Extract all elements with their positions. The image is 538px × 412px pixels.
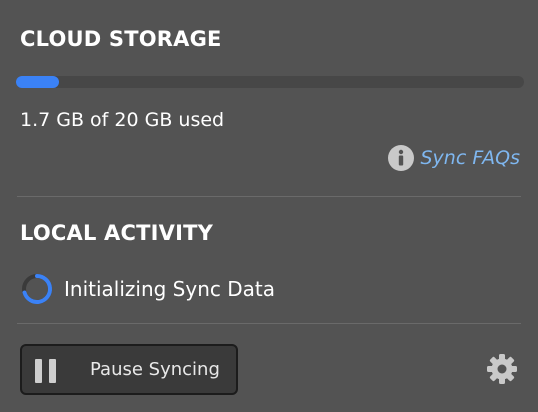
footer-divider (17, 323, 521, 324)
sync-faqs-link[interactable]: Sync FAQs (387, 145, 521, 171)
activity-status-text: Initializing Sync Data (64, 277, 275, 301)
gear-icon[interactable] (486, 353, 518, 385)
pause-syncing-label: Pause Syncing (90, 359, 220, 380)
local-activity-title: LOCAL ACTIVITY (20, 221, 214, 245)
pause-icon (35, 359, 56, 383)
info-icon (387, 145, 414, 171)
cloud-storage-title: CLOUD STORAGE (20, 27, 222, 51)
sync-panel: CLOUD STORAGE 1.7 GB of 20 GB used Sync … (0, 0, 538, 412)
storage-progress-bar (16, 76, 524, 88)
activity-status-row: Initializing Sync Data (20, 272, 275, 306)
section-divider (17, 196, 521, 197)
storage-usage-text: 1.7 GB of 20 GB used (20, 109, 225, 131)
pause-syncing-button[interactable]: Pause Syncing (20, 344, 238, 395)
sync-faqs-label[interactable]: Sync FAQs (421, 147, 521, 169)
spinner-icon (22, 274, 53, 304)
storage-progress-fill (16, 76, 60, 88)
